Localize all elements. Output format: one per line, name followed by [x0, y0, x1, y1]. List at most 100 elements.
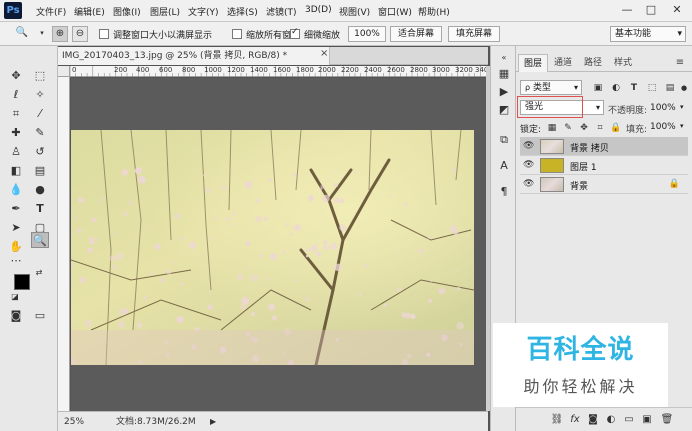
eye-icon[interactable]: 👁 — [523, 179, 534, 189]
menu-layer[interactable]: 图层(L) — [150, 5, 180, 18]
horizontal-ruler[interactable]: 0 200 400 600 800 1000 1200 1400 1600 18… — [70, 66, 493, 77]
zoom-100-button[interactable]: 100% — [348, 26, 386, 42]
maximize-button[interactable]: □ — [642, 2, 660, 19]
more-tools-icon[interactable]: ⋯ — [8, 253, 24, 269]
quick-mask-icon[interactable]: ◙ — [8, 308, 24, 324]
lock-artboard-icon[interactable]: ⌗ — [594, 122, 606, 134]
layer-row-layer1[interactable]: 👁 图层 1 — [520, 156, 688, 175]
tab-layers[interactable]: 图层 — [518, 54, 548, 72]
ruler-origin[interactable] — [58, 66, 70, 77]
menu-window[interactable]: 窗口(W) — [378, 5, 412, 18]
adjustment-layer-icon[interactable]: ◐ — [604, 413, 618, 427]
filter-toggle-icon[interactable]: ● — [678, 82, 690, 94]
tab-channels[interactable]: 通道 — [548, 54, 578, 72]
vertical-ruler[interactable] — [58, 77, 70, 411]
add-mask-icon[interactable]: ◙ — [586, 413, 600, 427]
lock-position-icon[interactable]: ✥ — [578, 122, 590, 134]
layer-row-background-copy[interactable]: 👁 背景 拷贝 — [520, 137, 688, 156]
zoom-tool-preset-icon[interactable]: 🔍 — [14, 26, 30, 42]
workspace-select[interactable]: 基本功能 ▾ — [610, 26, 686, 42]
menu-image[interactable]: 图像(I) — [113, 5, 141, 18]
default-colors-icon[interactable]: ◪ — [10, 292, 20, 302]
collapse-arrows-icon[interactable]: « — [496, 50, 512, 66]
type-tool-icon[interactable]: T — [32, 201, 48, 217]
brush-tool-icon[interactable]: ✎ — [32, 125, 48, 141]
layer-row-background[interactable]: 👁 背景 🔒 — [520, 175, 688, 194]
panel-menu-icon[interactable]: ≡ — [672, 54, 688, 72]
resize-windows-checkbox[interactable] — [99, 29, 109, 39]
close-window-button[interactable]: ✕ — [668, 2, 686, 19]
new-group-icon[interactable]: ▭ — [622, 413, 636, 427]
tool-presets-panel-icon[interactable]: ◩ — [496, 102, 512, 118]
lock-transparent-icon[interactable]: ▦ — [546, 122, 558, 134]
opacity-value[interactable]: 100% — [650, 103, 676, 113]
link-layers-icon[interactable]: ⛓ — [550, 413, 564, 427]
foreground-color-swatch[interactable] — [14, 274, 30, 290]
paragraph-panel-icon[interactable]: ¶ — [496, 184, 512, 200]
swap-colors-icon[interactable]: ⇄ — [34, 268, 44, 278]
filter-shape-icon[interactable]: ⬚ — [646, 82, 658, 94]
zoom-tool-icon[interactable]: 🔍 — [31, 232, 49, 248]
scrubby-zoom-checkbox[interactable] — [290, 27, 300, 39]
lock-image-icon[interactable]: ✎ — [562, 122, 574, 134]
eraser-tool-icon[interactable]: ◧ — [8, 163, 24, 179]
lock-icon[interactable]: 🔒 — [669, 179, 680, 189]
close-document-icon[interactable]: × — [320, 48, 328, 59]
dodge-tool-icon[interactable]: ● — [32, 182, 48, 198]
menu-help[interactable]: 帮助(H) — [418, 5, 450, 18]
actions-panel-icon[interactable]: ▶ — [496, 84, 512, 100]
filter-pixel-icon[interactable]: ▣ — [592, 82, 604, 94]
path-selection-tool-icon[interactable]: ➤ — [8, 220, 24, 236]
document-image[interactable] — [71, 130, 474, 365]
fill-value[interactable]: 100% — [650, 122, 676, 132]
eyedropper-tool-icon[interactable]: ⁄ — [32, 106, 48, 122]
chevron-down-icon[interactable]: ▾ — [680, 103, 684, 111]
clone-source-panel-icon[interactable]: ⧉ — [496, 132, 512, 148]
lasso-tool-icon[interactable]: ℓ — [8, 87, 24, 103]
menu-view[interactable]: 视图(V) — [339, 5, 370, 18]
fill-screen-button[interactable]: 填充屏幕 — [448, 26, 500, 42]
stamp-tool-icon[interactable]: ♙ — [8, 144, 24, 160]
gradient-tool-icon[interactable]: ▤ — [32, 163, 48, 179]
screen-mode-icon[interactable]: ▭ — [32, 308, 48, 324]
healing-brush-tool-icon[interactable]: ✚ — [8, 125, 24, 141]
menu-3d[interactable]: 3D(D) — [305, 5, 332, 15]
eye-icon[interactable]: 👁 — [523, 141, 534, 151]
chevron-down-icon[interactable]: ▾ — [680, 122, 684, 130]
zoom-all-checkbox[interactable] — [232, 29, 242, 39]
layer-style-icon[interactable]: fx — [568, 413, 582, 427]
zoom-in-icon[interactable]: ⊕ — [52, 26, 68, 42]
filter-smart-object-icon[interactable]: ▤ — [664, 82, 676, 94]
chevron-down-icon[interactable]: ▾ — [34, 26, 50, 42]
document-tab[interactable]: IMG_20170403_13.jpg @ 25% (背景 拷贝, RGB/8)… — [58, 47, 330, 65]
menu-select[interactable]: 选择(S) — [227, 5, 258, 18]
filter-kind-select[interactable]: ρ 类型 ▾ — [520, 80, 582, 95]
menu-file[interactable]: 文件(F) — [36, 5, 66, 18]
move-tool-icon[interactable]: ✥ — [8, 68, 24, 84]
zoom-level-readout[interactable]: 25% — [64, 415, 84, 429]
marquee-tool-icon[interactable]: ⬚ — [32, 68, 48, 84]
menu-edit[interactable]: 编辑(E) — [74, 5, 105, 18]
tab-paths[interactable]: 路径 — [578, 54, 608, 72]
minimize-button[interactable]: — — [618, 2, 636, 19]
tab-styles[interactable]: 样式 — [608, 54, 638, 72]
zoom-out-icon[interactable]: ⊖ — [72, 26, 88, 42]
crop-tool-icon[interactable]: ⌗ — [8, 106, 24, 122]
magic-wand-tool-icon[interactable]: ✧ — [32, 87, 48, 103]
blur-tool-icon[interactable]: 💧 — [8, 182, 24, 198]
pen-tool-icon[interactable]: ✒ — [8, 201, 24, 217]
fit-screen-button[interactable]: 适合屏幕 — [390, 26, 442, 42]
filter-type-icon[interactable]: T — [628, 82, 640, 94]
eye-icon[interactable]: 👁 — [523, 160, 534, 170]
history-brush-tool-icon[interactable]: ↺ — [32, 144, 48, 160]
filter-adjustment-icon[interactable]: ◐ — [610, 82, 622, 94]
status-menu-arrow-icon[interactable]: ▶ — [210, 415, 216, 429]
menu-filter[interactable]: 滤镜(T) — [266, 5, 297, 18]
delete-layer-icon[interactable]: 🗑 — [660, 413, 674, 427]
character-panel-icon[interactable]: A — [496, 158, 512, 174]
blend-mode-select[interactable]: 强光 ▾ — [520, 100, 604, 115]
new-layer-icon[interactable]: ▣ — [640, 413, 654, 427]
lock-all-icon[interactable]: 🔒 — [610, 122, 622, 134]
menu-type[interactable]: 文字(Y) — [188, 5, 219, 18]
history-panel-icon[interactable]: ▦ — [496, 66, 512, 82]
